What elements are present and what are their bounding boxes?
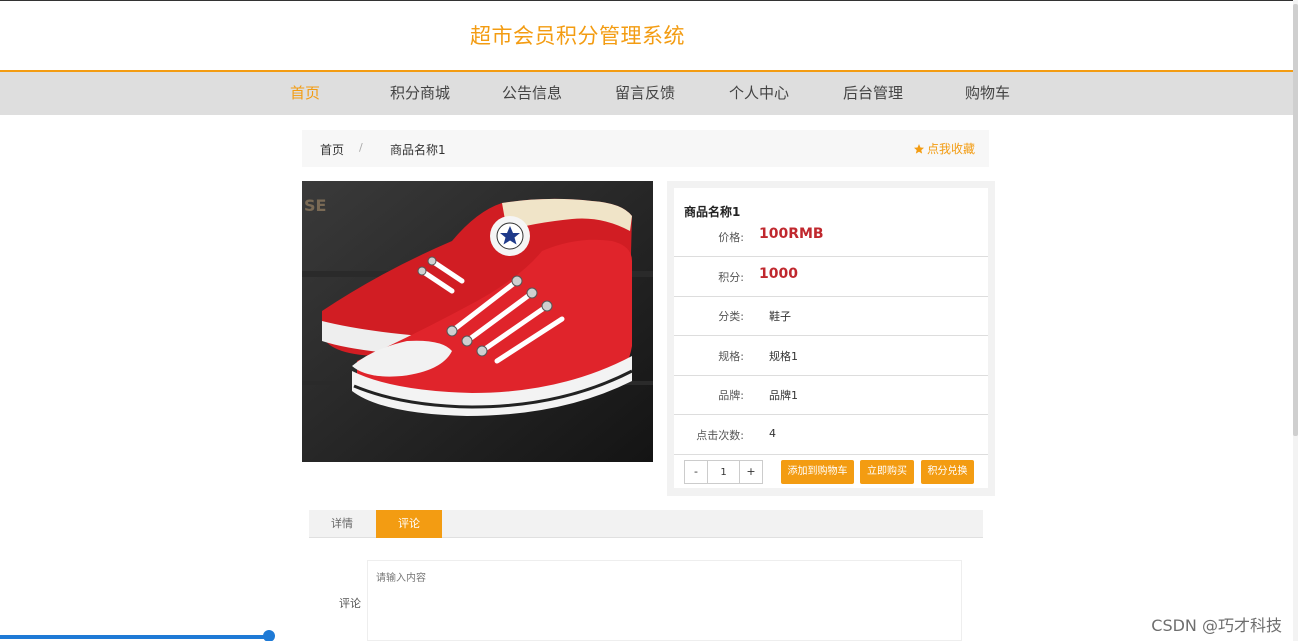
category-value: 鞋子 — [769, 310, 791, 323]
quantity-increment-button[interactable]: + — [739, 461, 762, 483]
watermark: CSDN @巧才科技 — [1151, 616, 1282, 635]
star-icon — [913, 144, 924, 154]
buy-now-button[interactable]: 立即购买 — [860, 460, 914, 484]
product-info-card: 商品名称1 价格: 100RMB 积分: 1000 分类: 鞋子 规格: 规格1… — [674, 188, 988, 488]
price-row: 价格: 100RMB — [674, 217, 988, 257]
quantity-input[interactable] — [708, 461, 739, 483]
redeem-points-button[interactable]: 积分兑换 — [921, 460, 974, 484]
points-row: 积分: 1000 — [674, 257, 988, 297]
tab-details[interactable]: 详情 — [309, 510, 375, 538]
vertical-scrollbar[interactable] — [1293, 0, 1298, 641]
site-title: 超市会员积分管理系统 — [470, 24, 685, 48]
product-info-panel: 商品名称1 价格: 100RMB 积分: 1000 分类: 鞋子 规格: 规格1… — [667, 181, 995, 496]
price-label: 价格: — [718, 231, 744, 244]
product-image: SE — [302, 181, 653, 462]
comment-label: 评论 — [339, 597, 361, 610]
add-to-cart-button[interactable]: 添加到购物车 — [781, 460, 854, 484]
quantity-decrement-button[interactable]: - — [685, 461, 708, 483]
svg-text:SE: SE — [304, 196, 326, 215]
nav-item-announcements[interactable]: 公告信息 — [502, 82, 562, 103]
favorite-label: 点我收藏 — [926, 142, 975, 156]
progress-handle — [263, 630, 275, 641]
price-value: 100RMB — [759, 226, 824, 242]
nav-item-cart[interactable]: 购物车 — [965, 82, 1010, 103]
clicks-row: 点击次数: 4 — [674, 415, 988, 455]
spec-value: 规格1 — [769, 350, 798, 363]
detail-tabs: 详情 评论 — [309, 510, 983, 538]
spec-row: 规格: 规格1 — [674, 336, 988, 376]
scrollbar-thumb[interactable] — [1293, 4, 1298, 436]
category-label: 分类: — [718, 310, 744, 323]
category-row: 分类: 鞋子 — [674, 296, 988, 336]
breadcrumb: 首页 / 商品名称1 点我收藏 — [302, 130, 989, 167]
nav-item-points-mall[interactable]: 积分商城 — [390, 82, 450, 103]
clicks-label: 点击次数: — [696, 429, 744, 442]
sneaker-image: SE — [302, 181, 653, 462]
spec-label: 规格: — [718, 350, 744, 363]
nav-item-home[interactable]: 首页 — [290, 82, 320, 103]
brand-row: 品牌: 品牌1 — [674, 375, 988, 415]
favorite-button[interactable]: 点我收藏 — [913, 140, 975, 157]
points-label: 积分: — [718, 271, 744, 284]
quantity-stepper: - + — [684, 460, 763, 484]
points-value: 1000 — [759, 266, 798, 282]
brand-label: 品牌: — [718, 389, 744, 402]
breadcrumb-home[interactable]: 首页 — [320, 141, 344, 158]
top-border — [0, 0, 1298, 1]
breadcrumb-current: 商品名称1 — [390, 143, 446, 157]
nav-item-admin[interactable]: 后台管理 — [843, 82, 903, 103]
clicks-value: 4 — [769, 427, 776, 440]
comment-input[interactable] — [367, 560, 962, 641]
tab-comments[interactable]: 评论 — [376, 510, 442, 538]
brand-value: 品牌1 — [769, 389, 798, 402]
nav-item-profile[interactable]: 个人中心 — [729, 82, 789, 103]
page-load-progress — [0, 635, 270, 639]
main-nav: 首页 积分商城 公告信息 留言反馈 个人中心 后台管理 购物车 — [0, 70, 1298, 115]
nav-item-feedback[interactable]: 留言反馈 — [615, 82, 675, 103]
breadcrumb-separator: / — [359, 141, 363, 154]
